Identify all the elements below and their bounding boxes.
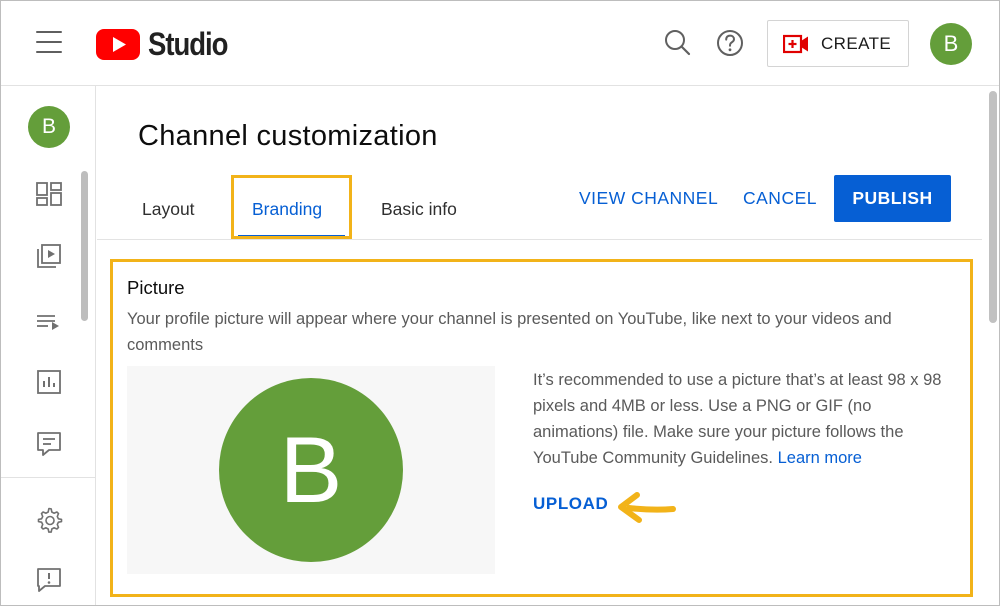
active-tab-indicator <box>238 235 345 238</box>
learn-more-link[interactable]: Learn more <box>778 449 862 467</box>
hamburger-menu-icon[interactable] <box>36 31 62 53</box>
picture-preview: B <box>127 366 495 574</box>
create-video-icon <box>783 34 808 53</box>
feedback-icon[interactable] <box>35 566 63 594</box>
playlists-icon[interactable] <box>35 308 63 336</box>
upload-button[interactable]: UPLOAD <box>533 494 608 514</box>
top-bar: Studio CREATE B <box>1 1 999 86</box>
comments-icon[interactable] <box>35 430 63 458</box>
analytics-icon[interactable] <box>35 368 63 396</box>
youtube-logo-icon <box>96 28 140 60</box>
tab-layout[interactable]: Layout <box>142 199 195 220</box>
picture-section-title: Picture <box>127 277 185 298</box>
help-icon[interactable] <box>714 27 746 59</box>
profile-picture-avatar: B <box>219 378 403 562</box>
dashboard-icon[interactable] <box>35 180 63 208</box>
picture-section-description: Your profile picture will appear where y… <box>127 310 892 354</box>
pointer-arrow-icon <box>618 492 676 523</box>
tab-basic-info[interactable]: Basic info <box>381 199 457 220</box>
content-icon[interactable] <box>35 242 63 270</box>
picture-recommendation: It’s recommended to use a picture that’s… <box>533 367 943 471</box>
tab-branding[interactable]: Branding <box>252 199 322 220</box>
view-channel-button[interactable]: VIEW CHANNEL <box>579 188 718 209</box>
studio-window: Studio CREATE B B Channel customization … <box>0 0 1000 606</box>
channel-avatar[interactable]: B <box>28 106 70 148</box>
cancel-button[interactable]: CANCEL <box>743 188 817 209</box>
tabs-divider <box>97 239 982 240</box>
sidebar-divider <box>1 477 96 478</box>
create-button[interactable]: CREATE <box>767 20 909 67</box>
recommendation-text: It’s recommended to use a picture that’s… <box>533 371 942 467</box>
publish-button[interactable]: PUBLISH <box>834 175 951 222</box>
main-content: Channel customization Layout Branding Ba… <box>97 87 999 605</box>
studio-logo[interactable]: Studio <box>96 25 240 63</box>
main-scrollbar[interactable] <box>989 91 997 323</box>
page-title: Channel customization <box>138 120 438 152</box>
create-label: CREATE <box>821 33 892 53</box>
sidebar: B <box>1 86 96 605</box>
account-avatar[interactable]: B <box>930 23 972 65</box>
sidebar-scrollbar[interactable] <box>81 171 88 321</box>
logo-text: Studio <box>148 25 228 62</box>
search-icon[interactable] <box>661 27 693 59</box>
settings-icon[interactable] <box>35 506 63 534</box>
